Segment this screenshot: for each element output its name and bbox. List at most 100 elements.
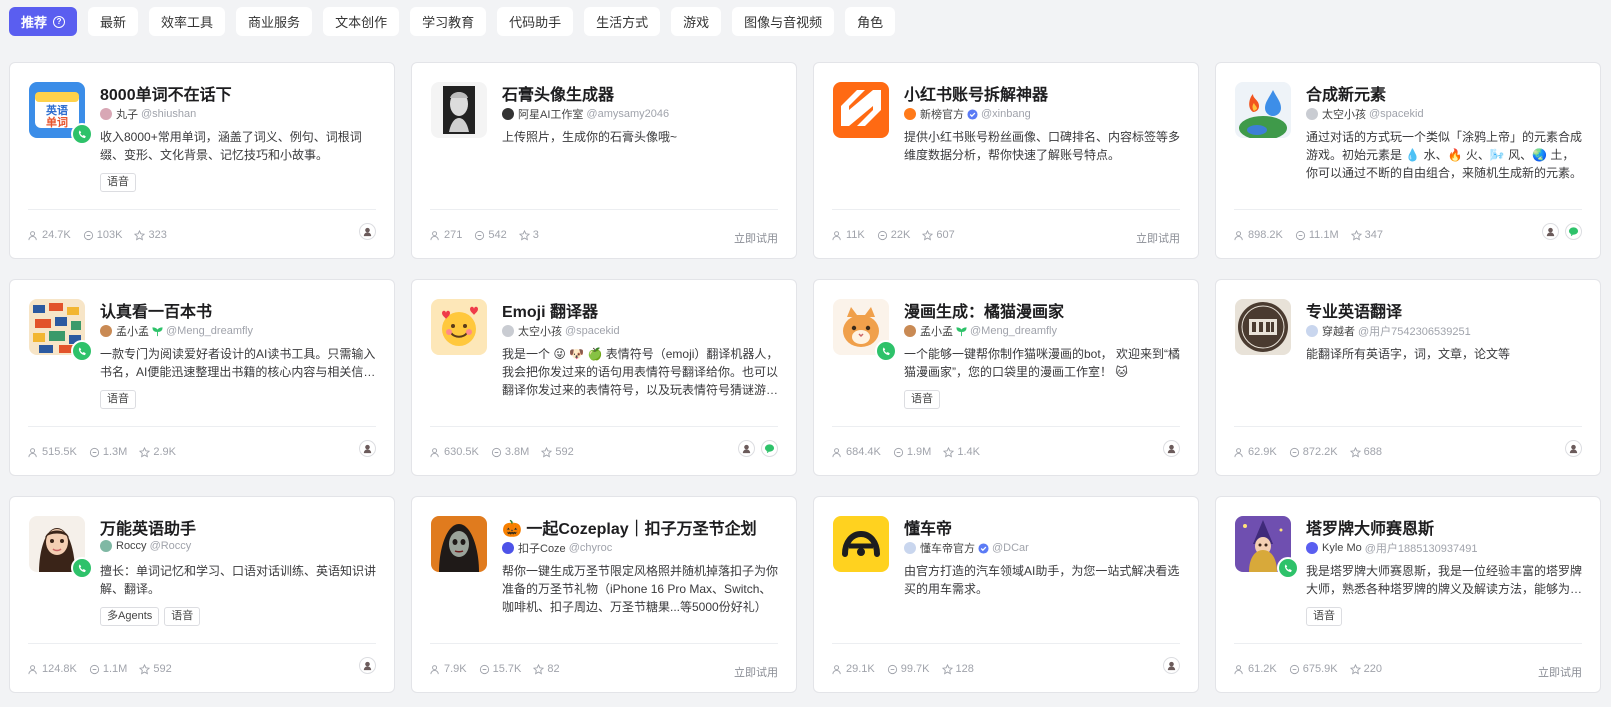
avatar-icon[interactable]: [359, 440, 376, 457]
tab-recommended[interactable]: 推荐?: [9, 7, 78, 36]
bot-author[interactable]: 扣子Coze @chyroc: [502, 540, 782, 556]
users-stat: 271: [430, 229, 462, 241]
tag-voice: 语音: [904, 390, 940, 409]
wechat-icon[interactable]: [1565, 223, 1582, 240]
divider: [28, 209, 376, 210]
tab-latest[interactable]: 最新: [88, 7, 139, 36]
divider: [430, 643, 778, 644]
tab-code[interactable]: 代码助手: [497, 7, 574, 36]
chat-icon: [1289, 447, 1299, 457]
tab-roles[interactable]: 角色: [845, 7, 896, 36]
bot-title[interactable]: 石膏头像生成器: [502, 81, 782, 105]
bot-author[interactable]: 太空小孩 @spacekid: [1306, 106, 1586, 122]
verified-icon: [978, 542, 989, 554]
bot-title[interactable]: 塔罗牌大师赛恩斯: [1306, 515, 1586, 539]
bot-title[interactable]: 合成新元素: [1306, 81, 1586, 105]
bot-author[interactable]: Roccy @Roccy: [100, 540, 380, 552]
users-stat: 11K: [832, 229, 865, 241]
tab-games[interactable]: 游戏: [671, 7, 722, 36]
bot-author[interactable]: 太空小孩 @spacekid: [502, 323, 782, 339]
bot-card[interactable]: 塔罗牌大师赛恩斯 Kyle Mo @用户1885130937491 我是塔罗牌大师…: [1215, 496, 1601, 693]
author-avatar: [100, 540, 112, 552]
tab-label: 最新: [100, 15, 127, 30]
tab-writing[interactable]: 文本创作: [323, 7, 400, 36]
bot-card[interactable]: 专业英语翻译 穿越者 @用户7542306539251 能翻译所有英语字，词，文章…: [1215, 279, 1601, 476]
bot-card[interactable]: 懂车帝 懂车帝官方 @DCar 由官方打造的汽车领域AI助手，为您一站式解决看选买…: [813, 496, 1199, 693]
card-footer-actions: [1163, 440, 1180, 457]
bot-description: 一个能够一键帮你制作猫咪漫画的bot， 欢迎来到“橘猫漫画家”，您的口袋里的漫画…: [904, 347, 1181, 379]
bot-title[interactable]: 漫画生成：橘猫漫画家: [904, 298, 1184, 322]
bot-card[interactable]: Emoji 翻译器 太空小孩 @spacekid 我是一个 😜 🐶 🍏 表情符号（…: [411, 279, 797, 476]
author-name: 孟小孟: [920, 326, 953, 338]
help-icon[interactable]: ?: [53, 15, 66, 28]
bot-stats: 11K 22K 607: [832, 229, 955, 241]
tab-lifestyle[interactable]: 生活方式: [584, 7, 661, 36]
avatar-icon[interactable]: [738, 440, 755, 457]
bot-author[interactable]: 阿星AI工作室 @amysamy2046: [502, 106, 782, 122]
try-now-link[interactable]: 立即试用: [734, 230, 778, 246]
bot-description: 由官方打造的汽车领域AI助手，为您一站式解决看选买的用车需求。: [904, 564, 1180, 596]
avatar-icon[interactable]: [1565, 440, 1582, 457]
bot-title[interactable]: Emoji 翻译器: [502, 298, 782, 322]
stars-stat: 592: [541, 446, 574, 458]
author-avatar: [502, 542, 514, 554]
author-handle: @spacekid: [1369, 108, 1424, 120]
bot-description: 通过对话的方式玩一个类似「涂鸦上帝」的元素合成游戏。初始元素是 💧 水、🔥 火、…: [1306, 130, 1583, 180]
bot-card[interactable]: 万能英语助手 Roccy @Roccy 擅长：单词记忆和学习、口语对话训练、英语知…: [9, 496, 395, 693]
bot-title[interactable]: 🎃 一起Cozeplay｜扣子万圣节企划: [502, 515, 782, 539]
bot-title[interactable]: 万能英语助手: [100, 515, 380, 539]
chat-icon: [89, 447, 99, 457]
divider: [832, 643, 1180, 644]
bot-author[interactable]: 孟小孟 @Meng_dreamfly: [904, 323, 1184, 339]
bot-card[interactable]: 英语 单词 8000单词不在话下 丸子 @shiushan 收入8000+常用单词，…: [9, 62, 395, 259]
bot-card[interactable]: 石膏头像生成器 阿星AI工作室 @amysamy2046 上传照片，生成你的石膏头…: [411, 62, 797, 259]
bot-card[interactable]: 合成新元素 太空小孩 @spacekid 通过对话的方式玩一个类似「涂鸦上帝」的元…: [1215, 62, 1601, 259]
bot-title[interactable]: 懂车帝: [904, 515, 1184, 539]
try-now-link[interactable]: 立即试用: [1538, 664, 1582, 680]
tab-media[interactable]: 图像与音视频: [732, 7, 835, 36]
bot-author[interactable]: 丸子 @shiushan: [100, 106, 380, 122]
try-now-link[interactable]: 立即试用: [734, 664, 778, 680]
phone-icon: [71, 123, 93, 145]
bot-title[interactable]: 8000单词不在话下: [100, 81, 380, 105]
stars-stat: 2.9K: [139, 446, 176, 458]
try-now-link[interactable]: 立即试用: [1136, 230, 1180, 246]
tab-business[interactable]: 商业服务: [236, 7, 313, 36]
bot-title[interactable]: 专业英语翻译: [1306, 298, 1586, 322]
chats-count: 675.9K: [1302, 663, 1338, 675]
card-footer-actions: [738, 440, 778, 457]
author-avatar: [502, 325, 514, 337]
card-footer-actions: [359, 440, 376, 457]
bot-author[interactable]: Kyle Mo @用户1885130937491: [1306, 540, 1586, 556]
stars-stat: 3: [518, 229, 539, 241]
bot-title[interactable]: 认真看一百本书: [100, 298, 380, 322]
chats-stat: 15.7K: [479, 663, 521, 675]
stars-count: 3: [532, 229, 539, 241]
bot-card[interactable]: 认真看一百本书 孟小孟 @Meng_dreamfly 一款专门为阅读爱好者设计的A…: [9, 279, 395, 476]
bot-author[interactable]: 穿越者 @用户7542306539251: [1306, 323, 1586, 339]
author-handle: @用户7542306539251: [1358, 326, 1471, 338]
wechat-icon[interactable]: [761, 440, 778, 457]
bot-description: 提供小红书账号粉丝画像、口碑排名、内容标签等多维度数据分析，帮你快速了解账号特点…: [904, 130, 1181, 162]
bot-author[interactable]: 孟小孟 @Meng_dreamfly: [100, 323, 380, 339]
bot-card[interactable]: 🎃 一起Cozeplay｜扣子万圣节企划 扣子Coze @chyroc 帮你一键生…: [411, 496, 797, 693]
tab-education[interactable]: 学习教育: [410, 7, 487, 36]
stars-stat: 1.4K: [943, 446, 980, 458]
avatar-icon[interactable]: [359, 657, 376, 674]
chat-icon: [893, 447, 903, 457]
bot-author[interactable]: 新榜官方 @xinbang: [904, 106, 1184, 122]
svg-text:英语: 英语: [45, 103, 68, 117]
bot-avatar-dongchedi: [833, 516, 889, 572]
star-icon: [541, 446, 553, 458]
bot-card[interactable]: 小红书账号拆解神器 新榜官方 @xinbang 提供小红书账号粉丝画像、口碑排名、…: [813, 62, 1199, 259]
tab-productivity[interactable]: 效率工具: [149, 7, 226, 36]
bot-card[interactable]: 漫画生成：橘猫漫画家 孟小孟 @Meng_dreamfly 一个能够一键帮你制作猫…: [813, 279, 1199, 476]
avatar-icon[interactable]: [1163, 440, 1180, 457]
bot-title[interactable]: 小红书账号拆解神器: [904, 81, 1184, 105]
tag-list: 语音: [904, 390, 940, 409]
star-icon: [139, 446, 151, 458]
bot-author[interactable]: 懂车帝官方 @DCar: [904, 540, 1184, 556]
avatar-icon[interactable]: [1542, 223, 1559, 240]
avatar-icon[interactable]: [359, 223, 376, 240]
avatar-icon[interactable]: [1163, 657, 1180, 674]
